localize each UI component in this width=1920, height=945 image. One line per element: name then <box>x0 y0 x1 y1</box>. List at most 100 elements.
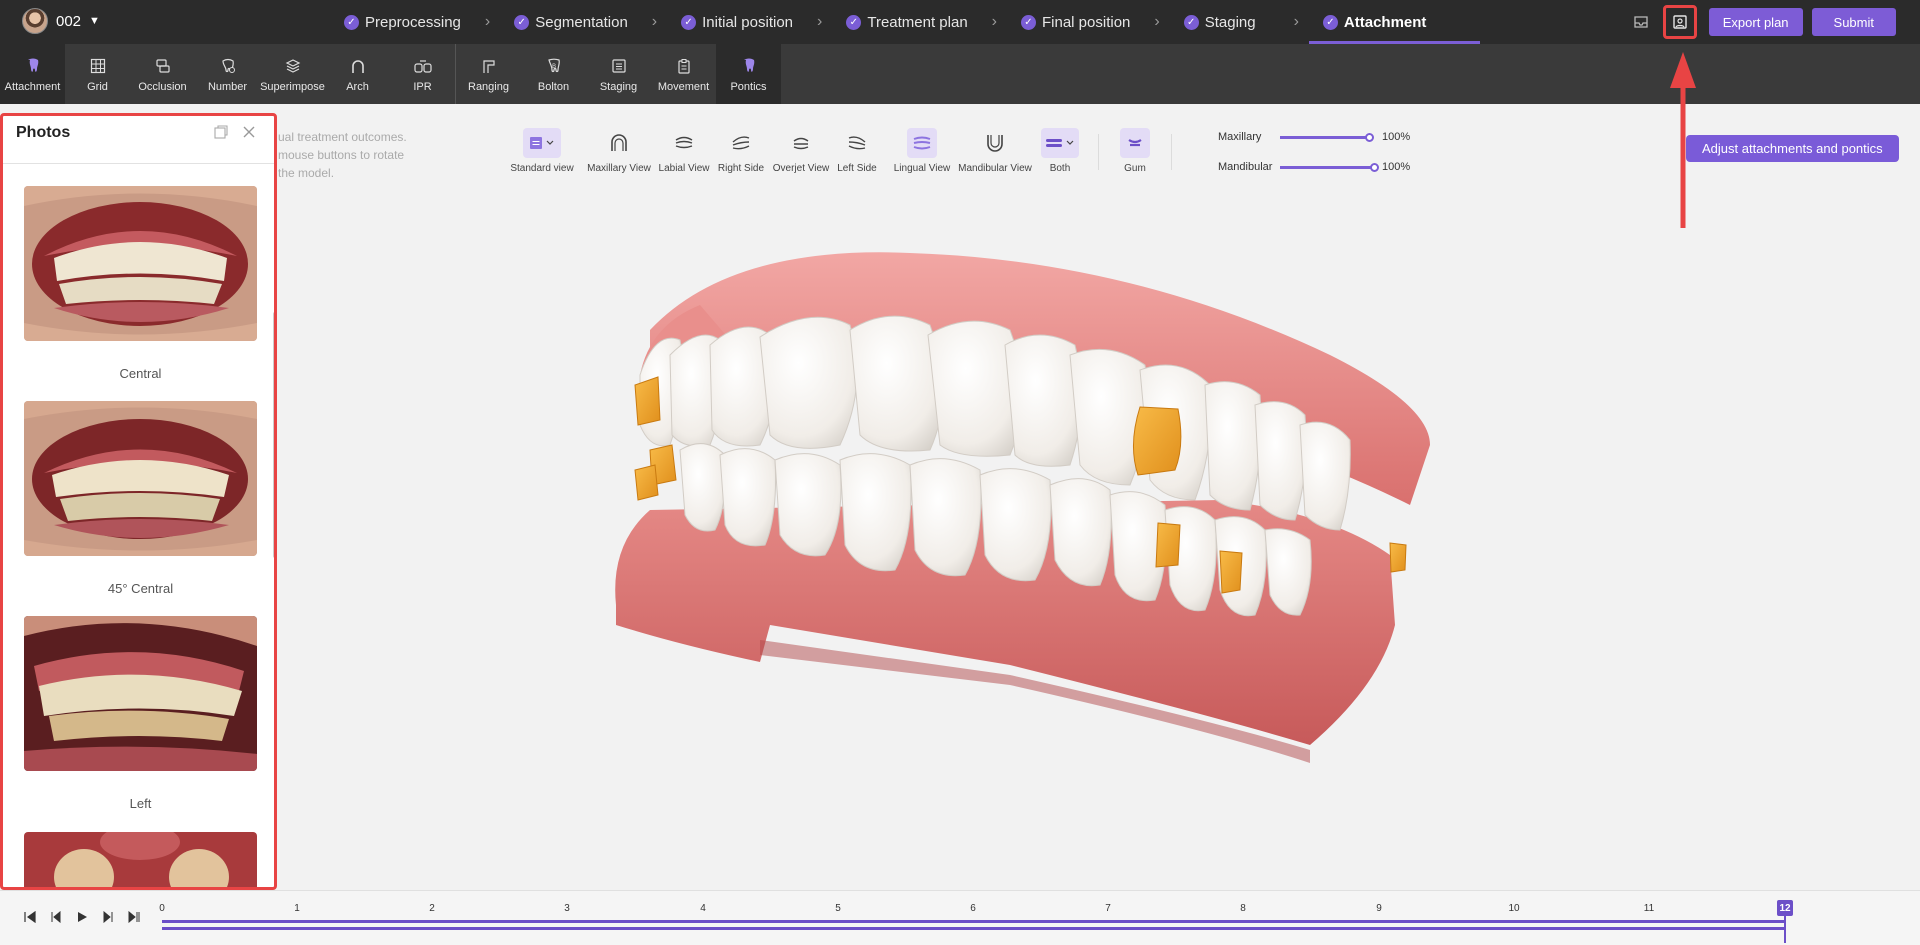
gum-icon[interactable] <box>1120 128 1150 158</box>
step-segmentation[interactable]: ✓ Segmentation <box>510 0 632 44</box>
top-actions: Export plan Submit <box>1627 0 1920 44</box>
slider-value: 100% <box>1382 131 1411 143</box>
view-gum[interactable]: Gum <box>1117 128 1153 174</box>
tool-attachment[interactable]: Attachment <box>0 44 65 104</box>
tool-label: IPR <box>413 80 432 93</box>
mandibular-view-icon[interactable] <box>980 128 1010 158</box>
tool-movement[interactable]: Movement <box>651 44 716 104</box>
maxillary-slider-row: Maxillary 100% <box>1218 128 1410 146</box>
view-mandibular[interactable]: Mandibular View <box>958 128 1032 174</box>
tool-pontics[interactable]: Pontics <box>716 44 781 104</box>
avatar[interactable] <box>22 8 48 34</box>
timeline-tick[interactable]: 3 <box>564 903 570 914</box>
inbox-icon[interactable] <box>1627 8 1655 36</box>
step-staging[interactable]: ✓ Staging <box>1180 0 1260 44</box>
lower-stage-track[interactable] <box>162 927 1784 930</box>
lingual-view-icon[interactable] <box>907 128 937 158</box>
mandibular-slider[interactable] <box>1280 162 1379 172</box>
timeline-tick[interactable]: 1 <box>294 903 300 914</box>
tool-label: Pontics <box>730 80 767 93</box>
timeline-tick[interactable]: 8 <box>1240 903 1246 914</box>
export-plan-button[interactable]: Export plan <box>1708 8 1803 36</box>
close-icon[interactable] <box>239 122 259 142</box>
left-side-icon[interactable] <box>842 128 872 158</box>
tool-superimpose[interactable]: Superimpose <box>260 44 325 104</box>
labial-view-icon[interactable] <box>669 128 699 158</box>
timeline-tick[interactable]: 10 <box>1508 903 1519 914</box>
hint-line: ual treatment outcomes. <box>278 130 407 144</box>
skip-to-start-icon[interactable] <box>22 909 38 925</box>
view-both[interactable]: Both <box>1040 128 1080 174</box>
photo-label: 45° Central <box>107 581 174 596</box>
step-forward-icon[interactable] <box>100 909 116 925</box>
step-initial-position[interactable]: ✓ Initial position <box>677 0 797 44</box>
maxillary-slider[interactable] <box>1280 132 1374 142</box>
check-icon: ✓ <box>681 14 697 30</box>
photo-card-central[interactable]: Central <box>24 186 257 381</box>
timeline-tick[interactable]: 5 <box>835 903 841 914</box>
both-jaws-icon[interactable] <box>1041 128 1079 158</box>
upper-stage-track[interactable] <box>162 920 1784 923</box>
view-labial[interactable]: Labial View <box>658 128 710 174</box>
view-lingual[interactable]: Lingual View <box>892 128 952 174</box>
annotation-arrow-icon <box>1670 52 1696 228</box>
user-menu[interactable]: 002 ▼ <box>22 8 100 34</box>
tool-arch[interactable]: Arch <box>325 44 390 104</box>
right-side-icon[interactable] <box>726 128 756 158</box>
step-treatment-plan[interactable]: ✓ Treatment plan <box>842 0 971 44</box>
tool-number[interactable]: Number <box>195 44 260 104</box>
step-final-position[interactable]: ✓ Final position <box>1017 0 1134 44</box>
timeline-tick[interactable]: 7 <box>1105 903 1111 914</box>
current-stage-marker[interactable]: 12 <box>1777 900 1793 916</box>
photo-thumbnail[interactable] <box>24 824 257 890</box>
slider-knob[interactable] <box>1370 162 1379 172</box>
current-stage-line[interactable] <box>1784 916 1786 943</box>
tool-grid[interactable]: Grid <box>65 44 130 104</box>
tool-bolton[interactable]: B Bolton <box>521 44 586 104</box>
overjet-view-icon[interactable] <box>786 128 816 158</box>
view-overjet[interactable]: Overjet View <box>772 128 830 174</box>
play-icon[interactable] <box>74 909 90 925</box>
view-label: Labial View <box>658 163 710 174</box>
view-right-side[interactable]: Right Side <box>716 128 766 174</box>
tool-staging[interactable]: Staging <box>586 44 651 104</box>
chevron-down-icon[interactable]: ▼ <box>89 15 100 27</box>
tool-ipr[interactable]: IPR <box>390 44 455 104</box>
standard-view-icon[interactable] <box>523 128 561 158</box>
photos-toggle-icon[interactable] <box>1662 5 1697 39</box>
photo-thumbnail[interactable] <box>24 186 257 341</box>
tool-occlusion[interactable]: Occlusion <box>130 44 195 104</box>
skip-to-end-icon[interactable] <box>126 909 142 925</box>
slider-knob[interactable] <box>1365 132 1374 142</box>
photo-card-occlusal[interactable] <box>24 824 257 890</box>
timeline-tick[interactable]: 0 <box>159 903 165 914</box>
timeline-tick[interactable]: 11 <box>1644 903 1654 914</box>
view-divider <box>1171 134 1172 170</box>
view-label: Mandibular View <box>958 163 1032 174</box>
tool-label: Attachment <box>4 80 61 93</box>
maxillary-view-icon[interactable] <box>604 128 634 158</box>
timeline-tick[interactable]: 4 <box>700 903 706 914</box>
photo-card-45-central[interactable]: 45° Central <box>24 401 257 596</box>
photo-card-left[interactable]: Left <box>24 616 257 811</box>
photo-thumbnail[interactable] <box>24 401 257 556</box>
scrollbar[interactable] <box>273 312 274 558</box>
tool-bar: Attachment Grid Occlusion Number Superim… <box>0 44 1920 104</box>
dental-model-3d[interactable] <box>610 245 1440 770</box>
view-standard[interactable]: Standard view <box>508 128 576 174</box>
tool-ranging[interactable]: Ranging <box>456 44 521 104</box>
timeline-tick[interactable]: 2 <box>429 903 435 914</box>
view-left-side[interactable]: Left Side <box>834 128 880 174</box>
pop-out-icon[interactable] <box>211 122 231 142</box>
step-preprocessing[interactable]: ✓ Preprocessing <box>340 0 465 44</box>
check-icon: ✓ <box>514 14 530 30</box>
submit-button[interactable]: Submit <box>1811 8 1896 36</box>
timeline-tick[interactable]: 6 <box>970 903 976 914</box>
chevron-right-icon: › <box>651 13 658 30</box>
photo-thumbnail[interactable] <box>24 616 257 771</box>
timeline-tick[interactable]: 9 <box>1376 903 1382 914</box>
adjust-attachments-button[interactable]: Adjust attachments and pontics <box>1686 135 1899 162</box>
step-back-icon[interactable] <box>48 909 64 925</box>
step-attachment[interactable]: ✓ Attachment <box>1308 0 1480 44</box>
view-maxillary[interactable]: Maxillary View <box>587 128 651 174</box>
